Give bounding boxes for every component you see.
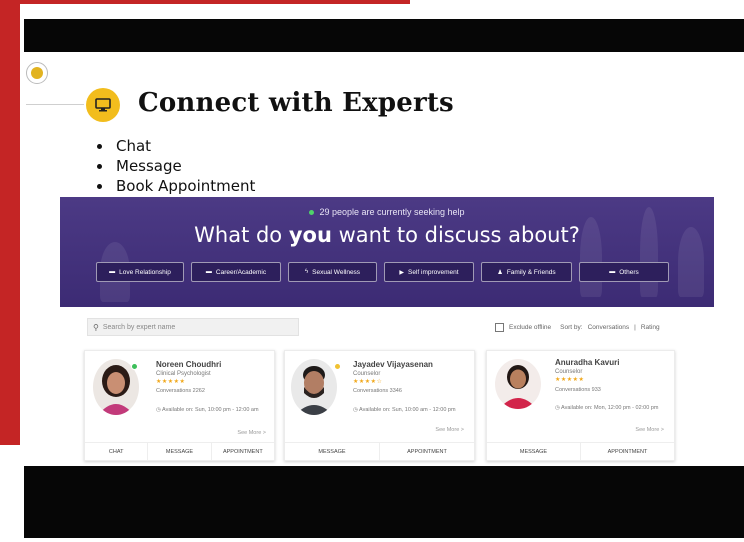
bullet-label: Chat <box>116 137 152 155</box>
heart-icon: ▬ <box>109 269 116 275</box>
card-actions: CHAT MESSAGE APPOINTMENT <box>85 442 274 460</box>
card-actions: MESSAGE APPOINTMENT <box>285 442 474 460</box>
avatar <box>291 359 337 415</box>
availability: ◷ Available on: Mon, 12:00 pm - 02:00 pm <box>555 405 659 411</box>
people-icon: ♟ <box>497 269 503 276</box>
appointment-button[interactable]: APPOINTMENT <box>380 443 474 460</box>
message-button[interactable]: MESSAGE <box>487 443 581 460</box>
bullet-list: Chat Message Book Appointment <box>97 136 255 196</box>
bullet-label: Book Appointment <box>116 177 256 195</box>
red-border-left <box>0 0 20 445</box>
conversation-count: Conversations 933 <box>555 387 601 393</box>
seeking-text: 29 people are currently seeking help <box>319 207 465 217</box>
expert-role: Clinical Psychologist <box>156 371 211 377</box>
rating-stars: ★★★★★ <box>156 379 186 385</box>
category-row: ▬ Love Relationship ▬ Career/Academic ϟ Sex… <box>96 262 669 282</box>
see-more-link[interactable]: See More > <box>635 427 664 433</box>
conversation-count: Conversations 3346 <box>353 388 402 394</box>
banner-decoration <box>640 207 658 297</box>
seeking-status: 29 people are currently seeking help <box>60 207 714 217</box>
bullet-item: Book Appointment <box>97 176 255 196</box>
expert-role: Counselor <box>555 369 583 375</box>
page-title: Connect with Experts <box>138 88 454 118</box>
expert-card[interactable]: Jayadev Vijayasenan Counselor ★★★★☆ Conv… <box>284 350 475 461</box>
online-status-dot <box>131 363 138 370</box>
rating-stars: ★★★★★ <box>555 377 585 383</box>
briefcase-icon: ▬ <box>205 269 212 275</box>
red-border-top <box>0 0 410 4</box>
category-self-improvement[interactable]: ▶ Self improvement <box>384 262 474 282</box>
message-button[interactable]: MESSAGE <box>148 443 212 460</box>
appointment-button[interactable]: APPOINTMENT <box>212 443 274 460</box>
category-career-academic[interactable]: ▬ Career/Academic <box>191 262 281 282</box>
discuss-banner: 29 people are currently seeking help Wha… <box>60 197 714 307</box>
bullet-item: Chat <box>97 136 255 156</box>
sort-separator: | <box>634 324 636 331</box>
divider <box>26 104 84 105</box>
letterbox-top <box>24 19 744 52</box>
sort-by-label: Sort by: <box>560 324 583 331</box>
card-actions: MESSAGE APPOINTMENT <box>487 442 674 460</box>
conversation-count: Conversations 2262 <box>156 388 205 394</box>
search-placeholder: Search by expert name <box>102 323 176 331</box>
chat-button[interactable]: CHAT <box>85 443 149 460</box>
bullet-item: Message <box>97 156 255 176</box>
bullet-label: Message <box>116 157 182 175</box>
logo-icon <box>26 62 48 84</box>
expert-card[interactable]: Noreen Choudhri Clinical Psychologist ★★… <box>84 350 275 461</box>
search-input[interactable]: ⚲ Search by expert name <box>87 318 299 336</box>
online-dot-icon <box>309 210 315 216</box>
message-button[interactable]: MESSAGE <box>285 443 380 460</box>
exclude-offline-label: Exclude offline <box>509 324 552 331</box>
rating-stars: ★★★★☆ <box>353 379 383 385</box>
expert-name[interactable]: Noreen Choudhri <box>156 360 221 369</box>
category-family-friends[interactable]: ♟ Family & Friends <box>481 262 572 282</box>
banner-headline: What do you want to discuss about? <box>194 223 580 247</box>
exclude-offline-checkbox[interactable] <box>495 323 504 332</box>
expert-role: Counselor <box>353 371 381 377</box>
sort-rating[interactable]: Rating <box>641 324 660 331</box>
search-icon: ⚲ <box>93 322 99 332</box>
expert-card[interactable]: Anuradha Kavuri Counselor ★★★★★ Conversa… <box>486 350 675 461</box>
wellness-icon: ϟ <box>304 269 309 275</box>
see-more-link[interactable]: See More > <box>435 427 464 433</box>
see-more-link[interactable]: See More > <box>237 430 266 436</box>
avatar <box>495 359 541 409</box>
expert-name[interactable]: Jayadev Vijayasenan <box>353 360 433 369</box>
availability: ◷ Available on: Sun, 10:00 am - 12:00 pm <box>353 407 456 413</box>
letterbox-bottom <box>24 466 744 538</box>
category-others[interactable]: ▬ Others <box>579 262 669 282</box>
appointment-button[interactable]: APPOINTMENT <box>581 443 674 460</box>
chat-icon: ▬ <box>609 269 616 275</box>
category-love-relationship[interactable]: ▬ Love Relationship <box>96 262 184 282</box>
filter-bar: Exclude offline Sort by: Conversations |… <box>495 323 660 332</box>
category-sexual-wellness[interactable]: ϟ Sexual Wellness <box>288 262 377 282</box>
availability: ◷ Available on: Sun, 10:00 pm - 12:00 am <box>156 407 259 413</box>
sort-conversations[interactable]: Conversations <box>588 324 630 331</box>
flag-icon: ▶ <box>399 269 405 276</box>
monitor-icon <box>86 88 120 122</box>
expert-name[interactable]: Anuradha Kavuri <box>555 358 619 367</box>
online-status-dot <box>334 363 341 370</box>
